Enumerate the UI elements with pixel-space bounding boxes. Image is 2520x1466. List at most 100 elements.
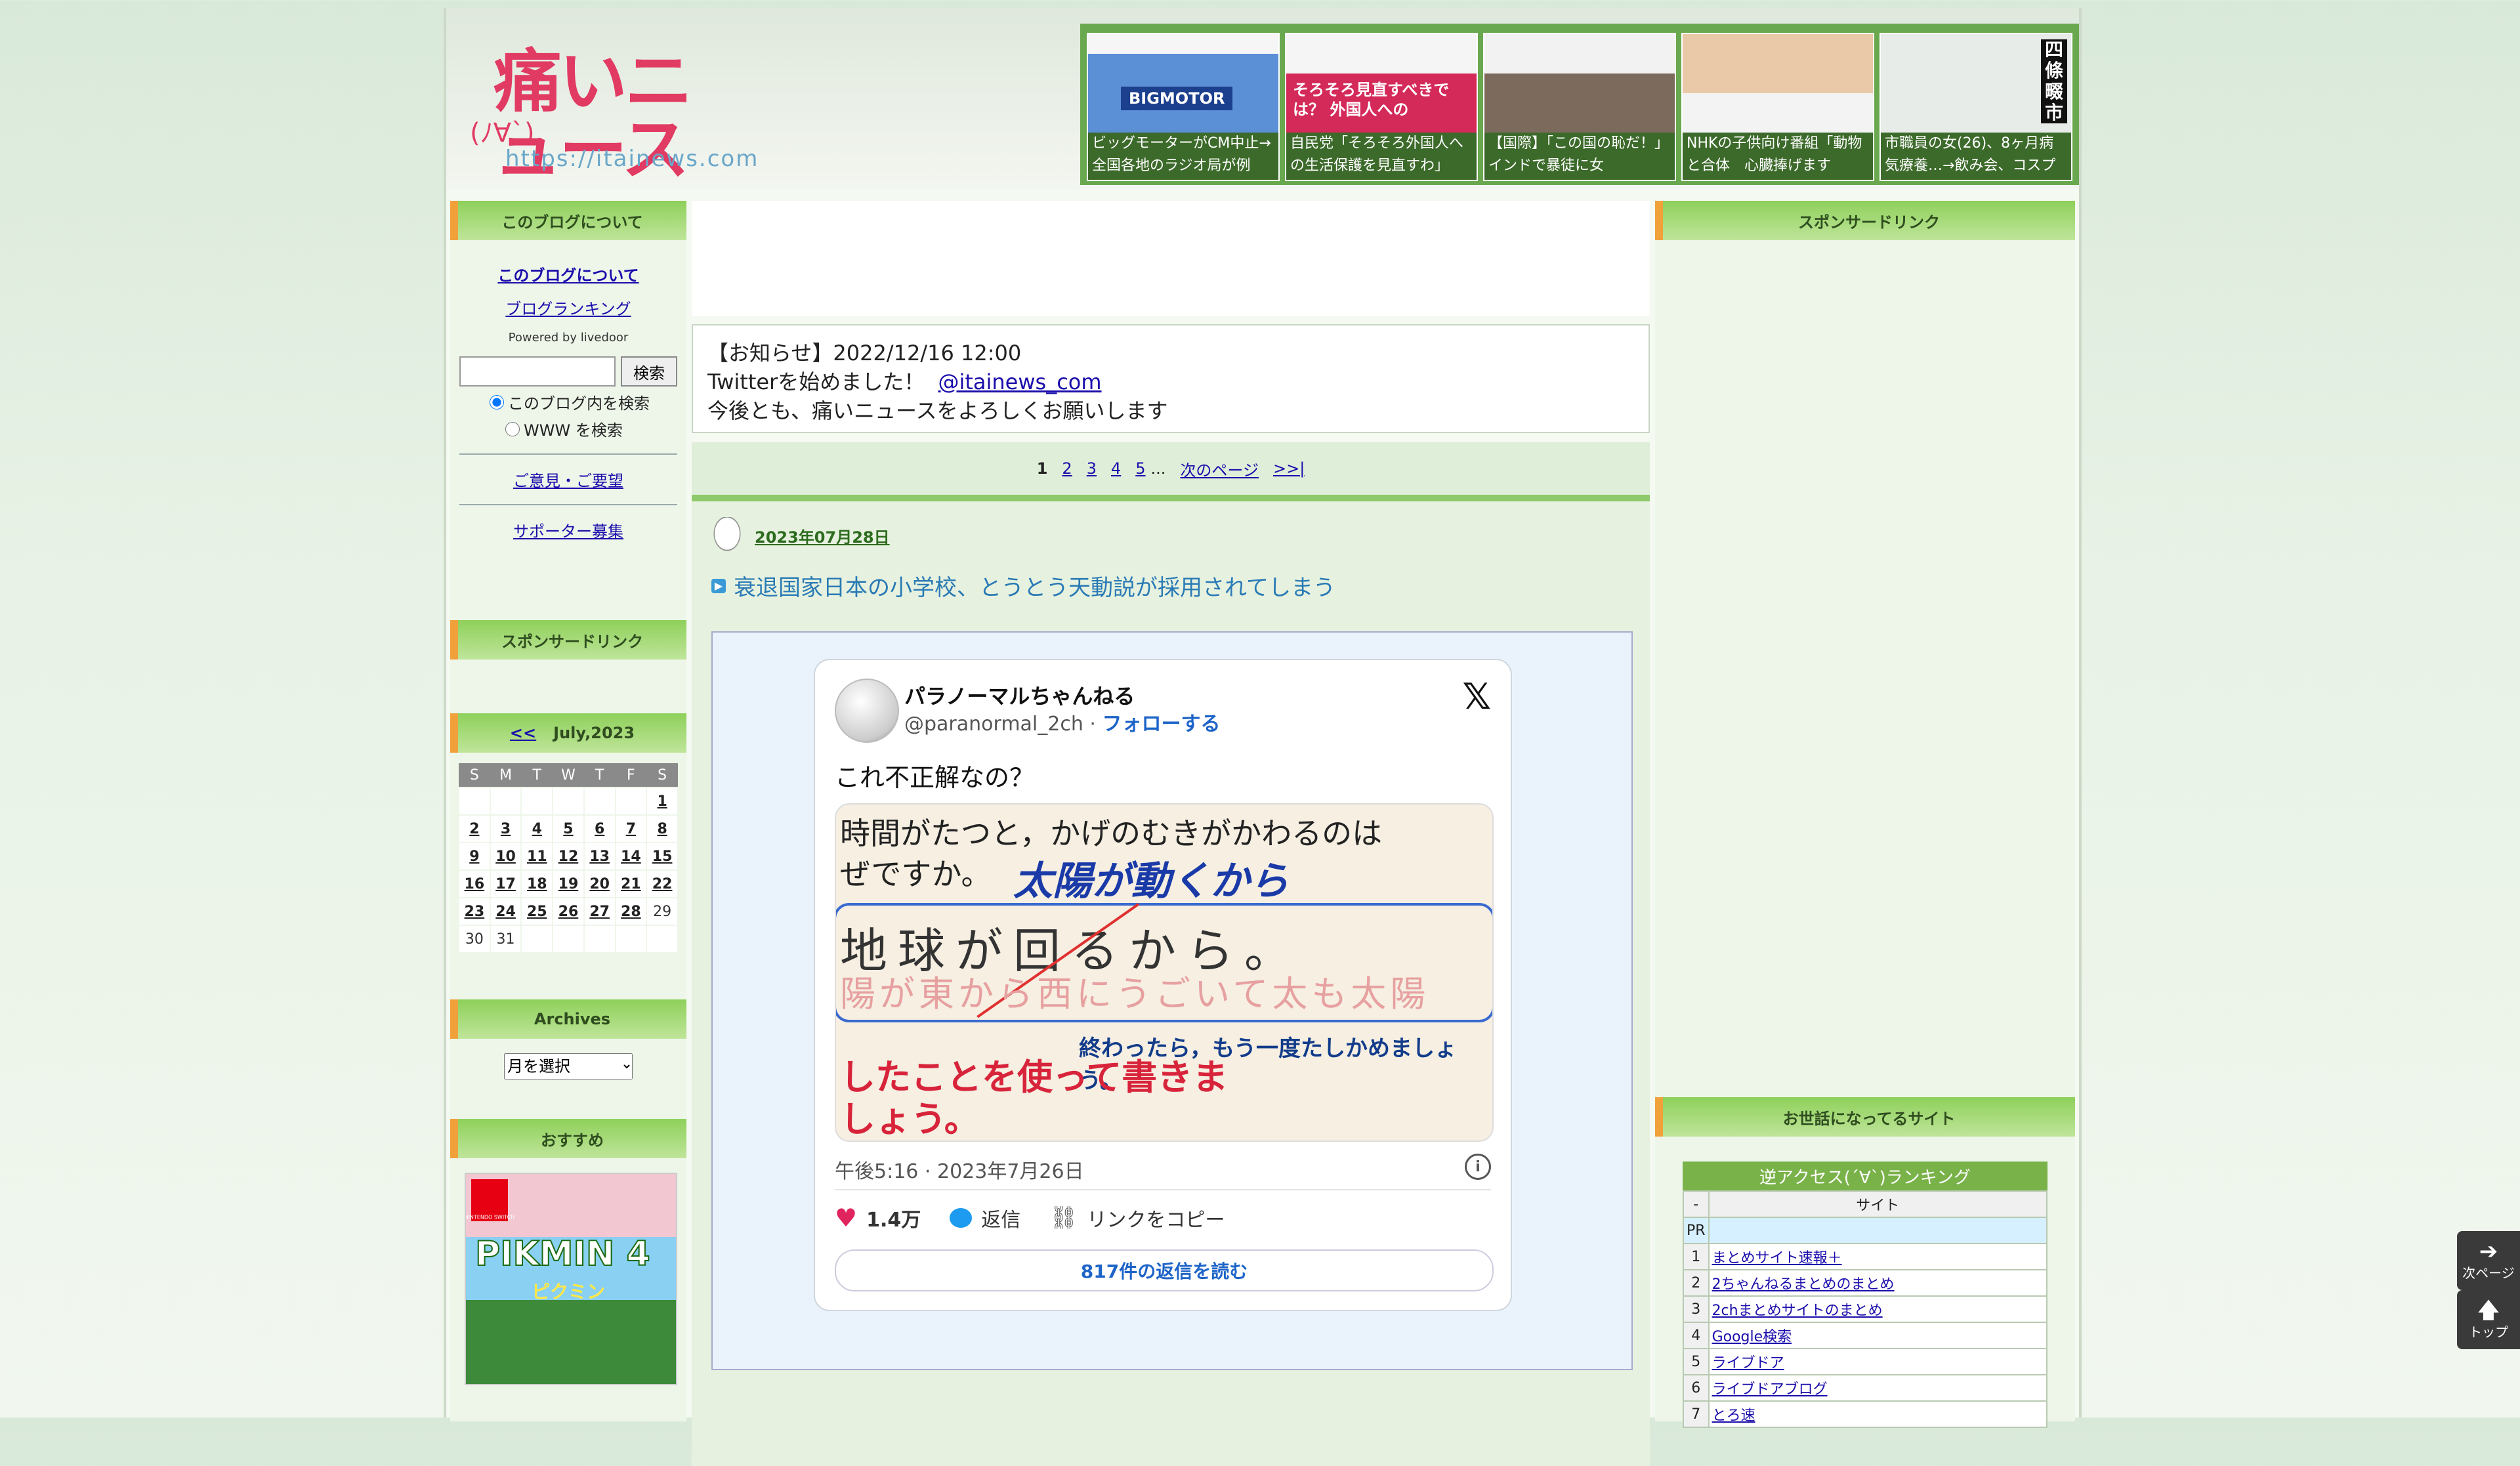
article-title[interactable]: 衰退国家日本の小学校、とうとう天動説が採用されてしまう	[734, 570, 1335, 602]
livedoor-badge[interactable]: Powered by livedoor	[450, 331, 686, 345]
calendar-day[interactable]: 24	[489, 897, 522, 926]
calendar-day[interactable]: 27	[583, 897, 616, 926]
tweet-handle[interactable]: @paranormal_2ch	[904, 713, 1083, 736]
twitter-account-link[interactable]: @itainews_com	[938, 369, 1101, 394]
calendar-day-link[interactable]: 13	[589, 848, 610, 865]
ranking-site-link[interactable]: とろ速	[1712, 1408, 1755, 1424]
page-link-2[interactable]: 2	[1062, 459, 1072, 478]
article-date[interactable]: 2023年07月28日	[755, 524, 890, 547]
calendar-day-link[interactable]: 22	[652, 876, 673, 892]
calendar-day-link[interactable]: 17	[495, 876, 516, 892]
radio-blog[interactable]	[490, 394, 504, 409]
calendar-day-link[interactable]: 4	[532, 821, 542, 837]
calendar-day[interactable]: 10	[489, 842, 522, 871]
ranking-site-link[interactable]: 2ちゃんねるまとめのまとめ	[1712, 1276, 1895, 1293]
calendar-day[interactable]: 20	[583, 869, 616, 898]
tweet-username[interactable]: パラノーマルちゃんねる	[904, 680, 1135, 710]
radio-www-search[interactable]: WWW を検索	[505, 417, 686, 440]
last-page-link[interactable]: >>|	[1273, 459, 1305, 478]
ranking-site-link[interactable]: ライブドア	[1712, 1355, 1784, 1372]
calendar-day-link[interactable]: 2	[469, 821, 479, 837]
calendar-day-link[interactable]: 20	[589, 876, 610, 892]
calendar-day-link[interactable]: 26	[558, 904, 579, 920]
ranking-site-link[interactable]: ライブドアブログ	[1712, 1381, 1828, 1398]
calendar-day[interactable]: 8	[646, 814, 679, 843]
blog-ranking-link[interactable]: ブログランキング	[450, 296, 686, 319]
calendar-day-link[interactable]: 11	[527, 848, 547, 865]
calendar-day[interactable]: 13	[583, 842, 616, 871]
tweet-timestamp[interactable]: 午後5:16 · 2023年7月26日	[835, 1155, 1084, 1184]
like-button[interactable]: ♥ 1.4万	[835, 1204, 921, 1232]
radio-blog-search[interactable]: このブログ内を検索	[490, 390, 686, 413]
headline-thumb-4[interactable]: NHKの子供向け番組「動物と合体 心臓捧げます	[1681, 33, 1874, 181]
feedback-link[interactable]: ご意見・ご要望	[450, 468, 686, 491]
calendar-day-link[interactable]: 6	[595, 821, 604, 837]
calendar-day[interactable]: 4	[520, 814, 554, 843]
calendar-day-link[interactable]: 15	[652, 848, 673, 865]
search-input[interactable]	[459, 356, 616, 387]
ranking-site-link[interactable]: 2chまとめサイトのまとめ	[1712, 1303, 1883, 1319]
search-button[interactable]: 検索	[621, 356, 677, 387]
calendar-day[interactable]: 21	[614, 869, 648, 898]
calendar-day[interactable]: 12	[552, 842, 585, 871]
calendar-day-link[interactable]: 16	[465, 876, 485, 892]
about-blog-link[interactable]: このブログについて	[450, 262, 686, 285]
calendar-day[interactable]: 18	[520, 869, 554, 898]
calendar-day[interactable]: 7	[614, 814, 648, 843]
calendar-day[interactable]: 26	[552, 897, 585, 926]
calendar-day[interactable]: 2	[458, 814, 491, 843]
read-replies-button[interactable]: 817件の返信を読む	[835, 1249, 1494, 1291]
calendar-day[interactable]: 25	[520, 897, 554, 926]
calendar-day-link[interactable]: 9	[469, 848, 479, 865]
archives-select[interactable]: 月を選択	[504, 1053, 633, 1079]
tweet-photo[interactable]: 時間がたつと，かげのむきがかわるのは ぜですか。 太陽が動くから 地球が回るから…	[835, 803, 1494, 1142]
headline-thumb-3[interactable]: 【国際】「この国の恥だ！」 インドで暴徒に女	[1483, 33, 1676, 181]
calendar-day-link[interactable]: 23	[465, 904, 485, 920]
copy-link-button[interactable]: ⛓ リンクをコピー	[1049, 1204, 1225, 1232]
info-icon[interactable]: i	[1465, 1154, 1491, 1180]
calendar-day-link[interactable]: 24	[495, 904, 516, 920]
next-page-link[interactable]: 次のページ	[1180, 457, 1259, 480]
calendar-day-link[interactable]: 3	[501, 821, 511, 837]
calendar-day[interactable]: 28	[614, 897, 648, 926]
calendar-day[interactable]: 11	[520, 842, 554, 871]
calendar-day-link[interactable]: 14	[621, 848, 641, 865]
supporter-link[interactable]: サポーター募集	[450, 518, 686, 541]
x-logo-icon[interactable]: 𝕏	[1462, 676, 1491, 717]
calendar-prev-link[interactable]: <<	[510, 724, 536, 742]
calendar-day[interactable]: 9	[458, 842, 491, 871]
calendar-day[interactable]: 15	[646, 842, 679, 871]
calendar-day-link[interactable]: 19	[558, 876, 579, 892]
tweet-avatar[interactable]	[835, 679, 899, 743]
calendar-day[interactable]: 22	[646, 869, 679, 898]
calendar-day[interactable]: 17	[489, 869, 522, 898]
calendar-day-link[interactable]: 25	[527, 904, 547, 920]
page-link-4[interactable]: 4	[1111, 459, 1121, 478]
calendar-day-link[interactable]: 7	[626, 821, 636, 837]
headline-thumb-2[interactable]: そろそろ見直すべきでは？ 外国人への 自民党「そろそろ外国人への生活保護を見直す…	[1285, 33, 1478, 181]
calendar-day-link[interactable]: 21	[621, 876, 641, 892]
calendar-day-link[interactable]: 28	[621, 904, 641, 920]
calendar-day[interactable]: 6	[583, 814, 616, 843]
calendar-day-link[interactable]: 18	[527, 876, 547, 892]
calendar-day[interactable]: 1	[646, 787, 679, 816]
calendar-day[interactable]: 14	[614, 842, 648, 871]
calendar-day-link[interactable]: 8	[657, 821, 667, 837]
recommend-banner[interactable]: NINTENDO SWITCH PIKMIN 4 ピクミン	[465, 1173, 677, 1385]
tweet-card[interactable]: パラノーマルちゃんねる @paranormal_2ch · フォローする 𝕏 こ…	[814, 659, 1512, 1311]
next-page-float-button[interactable]: ➔ 次ページ	[2457, 1231, 2520, 1290]
headline-thumb-5[interactable]: 四條畷市 市職員の女(26)、8ヶ月病気療養…→飲み会、コスプ	[1880, 33, 2072, 181]
calendar-day[interactable]: 23	[458, 897, 491, 926]
radio-www[interactable]	[505, 421, 520, 436]
calendar-day-link[interactable]: 1	[657, 793, 667, 810]
follow-button[interactable]: フォローする	[1102, 713, 1221, 736]
calendar-day-link[interactable]: 12	[558, 848, 579, 865]
top-float-button[interactable]: 🡅 トップ	[2457, 1290, 2520, 1349]
calendar-day[interactable]: 19	[552, 869, 585, 898]
calendar-day[interactable]: 16	[458, 869, 491, 898]
calendar-day-link[interactable]: 5	[563, 821, 573, 837]
calendar-day[interactable]: 3	[489, 814, 522, 843]
headline-thumb-1[interactable]: BIGMOTOR ビッグモーターがCM中止→全国各地のラジオ局が例	[1087, 33, 1280, 181]
ranking-site-link[interactable]: まとめサイト速報＋	[1712, 1250, 1842, 1267]
calendar-day-link[interactable]: 10	[495, 848, 516, 865]
